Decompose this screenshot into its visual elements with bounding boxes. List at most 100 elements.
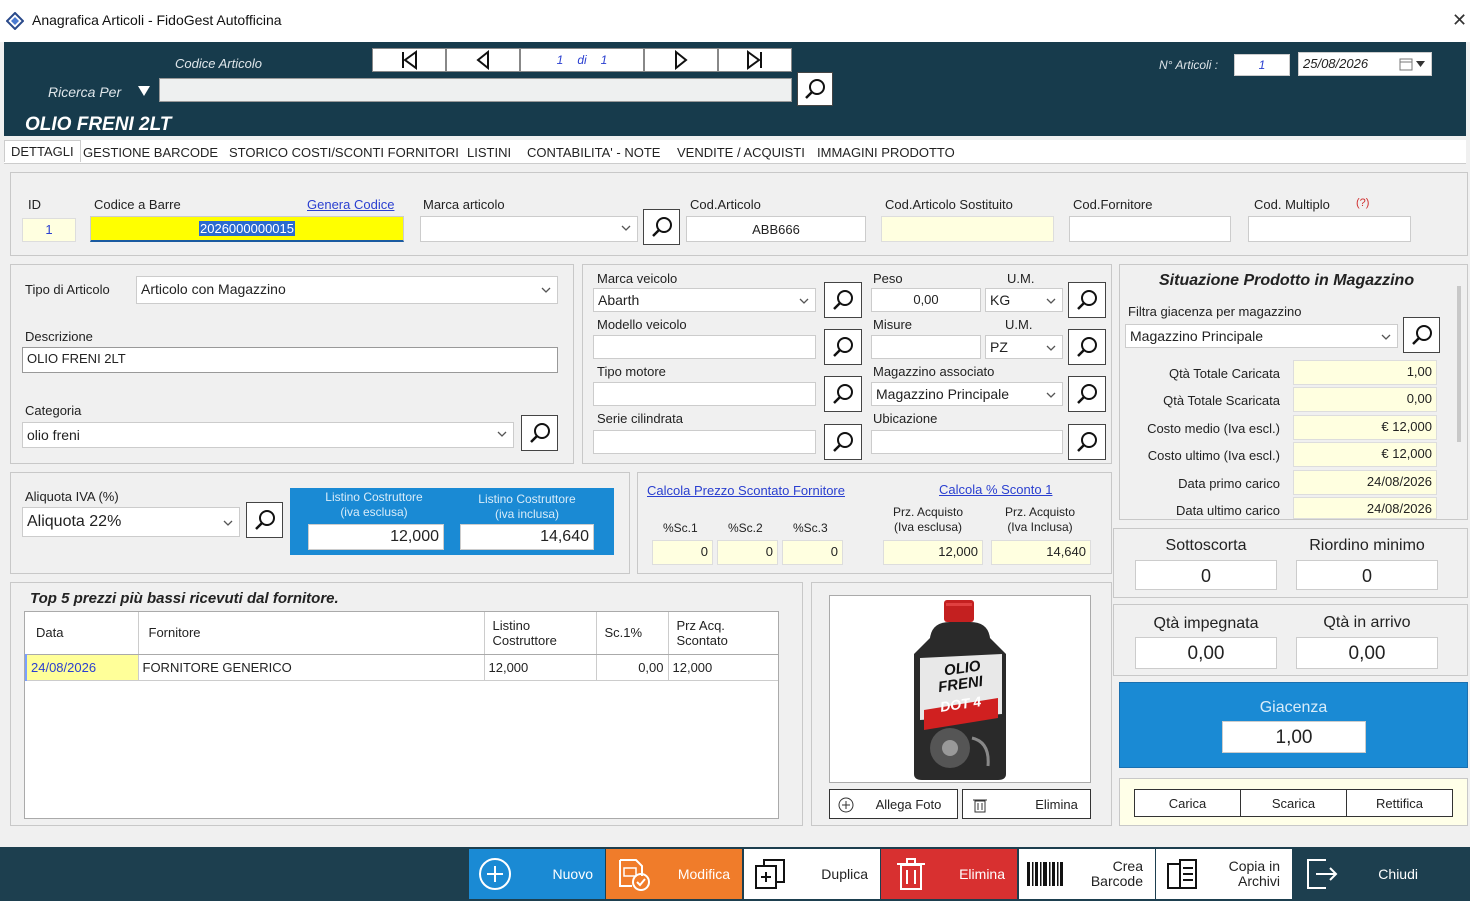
aliquota-search-button[interactable] bbox=[246, 502, 283, 538]
ubicazione-search-button[interactable] bbox=[1068, 424, 1106, 460]
scrollbar[interactable] bbox=[1457, 286, 1461, 442]
listino-incl-field[interactable]: 14,640 bbox=[460, 524, 594, 550]
qta-impegnata-field: 0,00 bbox=[1135, 637, 1277, 669]
um-peso-select[interactable]: KG bbox=[985, 288, 1063, 312]
copia-archivi-button[interactable]: Copia in Archivi bbox=[1156, 849, 1292, 899]
modifica-button[interactable]: Modifica bbox=[606, 849, 742, 899]
marca-articolo-search-button[interactable] bbox=[643, 209, 680, 245]
scarica-button[interactable]: Scarica bbox=[1240, 789, 1347, 817]
listino-incl-label: Listino Costruttore (iva inclusa) bbox=[478, 492, 576, 521]
cod-sostituito-field[interactable] bbox=[881, 216, 1054, 242]
chevron-down-icon bbox=[541, 287, 551, 293]
aliquota-value: Aliquota 22% bbox=[27, 513, 122, 530]
tipo-motore-search-button[interactable] bbox=[824, 376, 862, 412]
carica-button[interactable]: Carica bbox=[1134, 789, 1241, 817]
tab-gestione-barcode[interactable]: GESTIONE BARCODE bbox=[77, 143, 224, 162]
cod-articolo-field[interactable]: ABB666 bbox=[686, 216, 866, 242]
tab-vendite-acquisti[interactable]: VENDITE / ACQUISTI bbox=[671, 143, 811, 162]
nav-next-button[interactable] bbox=[644, 48, 718, 72]
filtra-magazzino-select[interactable]: Magazzino Principale bbox=[1125, 324, 1398, 348]
um-misure-select[interactable]: PZ bbox=[985, 335, 1063, 359]
riordino-field[interactable]: 0 bbox=[1296, 560, 1438, 590]
tipo-motore-field[interactable] bbox=[593, 382, 816, 406]
duplica-button[interactable]: Duplica bbox=[744, 849, 880, 899]
nuovo-button[interactable]: Nuovo bbox=[469, 849, 605, 899]
tab-dettagli[interactable]: DETTAGLI bbox=[4, 140, 81, 162]
misure-search-button[interactable] bbox=[1068, 329, 1106, 365]
elimina-button[interactable]: Elimina bbox=[881, 849, 1017, 899]
magazzino-search-button[interactable] bbox=[1068, 376, 1106, 412]
rettifica-button[interactable]: Rettifica bbox=[1346, 789, 1453, 817]
barcode-field[interactable]: 2026000000015 bbox=[90, 216, 404, 242]
listino-excl-field[interactable]: 12,000 bbox=[308, 524, 444, 550]
col-data[interactable]: Data bbox=[26, 612, 139, 655]
sottoscorta-field[interactable]: 0 bbox=[1135, 560, 1277, 590]
categoria-search-button[interactable] bbox=[521, 415, 558, 451]
stat-label-primo-carico: Data primo carico bbox=[1178, 476, 1280, 491]
calendar-icon bbox=[1399, 58, 1413, 71]
col-prezzo-scontato[interactable]: Prz Acq. Scontato bbox=[668, 612, 778, 655]
copia-archivi-label: Copia in Archivi bbox=[1228, 858, 1280, 889]
tab-contabilita[interactable]: CONTABILITA' - NOTE bbox=[521, 143, 666, 162]
tab-storico-costi[interactable]: STORICO COSTI/SCONTI FORNITORI bbox=[223, 143, 465, 162]
ricerca-per-label[interactable]: Ricerca Per bbox=[48, 84, 121, 100]
table-row[interactable]: 24/08/2026 FORNITORE GENERICO 12,000 0,0… bbox=[25, 654, 778, 681]
nav-prev-button[interactable] bbox=[446, 48, 520, 72]
peso-search-button[interactable] bbox=[1068, 282, 1106, 318]
filtra-search-button[interactable] bbox=[1403, 317, 1440, 353]
serie-cilindrata-field[interactable] bbox=[593, 430, 816, 454]
last-record-icon bbox=[747, 50, 762, 70]
col-fornitore[interactable]: Fornitore bbox=[138, 612, 485, 655]
serie-cilindrata-search-button[interactable] bbox=[824, 424, 862, 460]
allega-foto-button[interactable]: Allega Foto bbox=[829, 789, 958, 819]
marca-veicolo-select[interactable]: Abarth bbox=[593, 288, 816, 312]
search-icon bbox=[1077, 290, 1097, 310]
prezzo-acq-incl-label: Prz. Acquisto (Iva Inclusa) bbox=[1004, 505, 1076, 534]
elimina-foto-button[interactable]: Elimina bbox=[962, 789, 1091, 819]
cod-multiplo-help[interactable]: (?) bbox=[1356, 197, 1369, 209]
prezzo-acq-incl-field[interactable]: 14,640 bbox=[991, 540, 1091, 565]
date-picker[interactable]: 25/08/2026 bbox=[1298, 52, 1432, 76]
search-icon bbox=[651, 217, 672, 237]
tab-immagini-prodotto[interactable]: IMMAGINI PRODOTTO bbox=[811, 143, 961, 162]
peso-field[interactable]: 0,00 bbox=[871, 288, 981, 312]
tipo-articolo-select[interactable]: Articolo con Magazzino bbox=[136, 276, 558, 304]
edit-document-icon bbox=[619, 859, 650, 891]
ubicazione-field[interactable] bbox=[871, 430, 1063, 454]
sc1-field[interactable]: 0 bbox=[652, 540, 713, 565]
nav-last-button[interactable] bbox=[718, 48, 792, 72]
calcola-prezzo-link[interactable]: Calcola Prezzo Scontato Fornitore bbox=[647, 483, 845, 498]
aliquota-select[interactable]: Aliquota 22% bbox=[22, 507, 240, 537]
plus-circle-icon bbox=[838, 797, 854, 813]
calcola-sconto-link[interactable]: Calcola % Sconto 1 bbox=[939, 482, 1052, 497]
magazzino-associato-select[interactable]: Magazzino Principale bbox=[871, 382, 1063, 406]
prezzo-acq-excl-field[interactable]: 12,000 bbox=[883, 540, 983, 565]
sc2-field[interactable]: 0 bbox=[717, 540, 778, 565]
chevron-down-icon[interactable] bbox=[138, 86, 150, 96]
descrizione-field[interactable]: OLIO FRENI 2LT bbox=[22, 347, 558, 373]
marca-articolo-select[interactable] bbox=[420, 216, 638, 242]
cod-fornitore-field[interactable] bbox=[1069, 216, 1231, 242]
codice-articolo-label: Codice Articolo bbox=[175, 56, 262, 71]
chiudi-button[interactable]: Chiudi bbox=[1294, 849, 1430, 899]
window-title: Anagrafica Articoli - FidoGest Autoffici… bbox=[32, 12, 282, 28]
chiudi-label: Chiudi bbox=[1378, 865, 1418, 882]
col-listino[interactable]: Listino Costruttore bbox=[484, 612, 597, 655]
misure-field[interactable] bbox=[871, 335, 981, 359]
sc3-field[interactable]: 0 bbox=[782, 540, 843, 565]
trash-icon bbox=[897, 858, 925, 890]
search-input[interactable] bbox=[159, 78, 792, 102]
crea-barcode-button[interactable]: Crea Barcode bbox=[1019, 849, 1155, 899]
cod-multiplo-field[interactable] bbox=[1248, 216, 1411, 242]
tab-listini[interactable]: LISTINI bbox=[461, 143, 517, 162]
close-icon[interactable]: ✕ bbox=[1452, 10, 1467, 31]
search-button[interactable] bbox=[797, 72, 833, 106]
nav-first-button[interactable] bbox=[372, 48, 446, 72]
marca-veicolo-search-button[interactable] bbox=[824, 282, 862, 318]
modello-veicolo-search-button[interactable] bbox=[824, 329, 862, 365]
col-sconto[interactable]: Sc.1% bbox=[596, 612, 669, 655]
sc1-label: %Sc.1 bbox=[663, 521, 698, 535]
categoria-select[interactable]: olio freni bbox=[22, 422, 514, 448]
modello-veicolo-field[interactable] bbox=[593, 335, 816, 359]
genera-codice-link[interactable]: Genera Codice bbox=[307, 197, 394, 212]
